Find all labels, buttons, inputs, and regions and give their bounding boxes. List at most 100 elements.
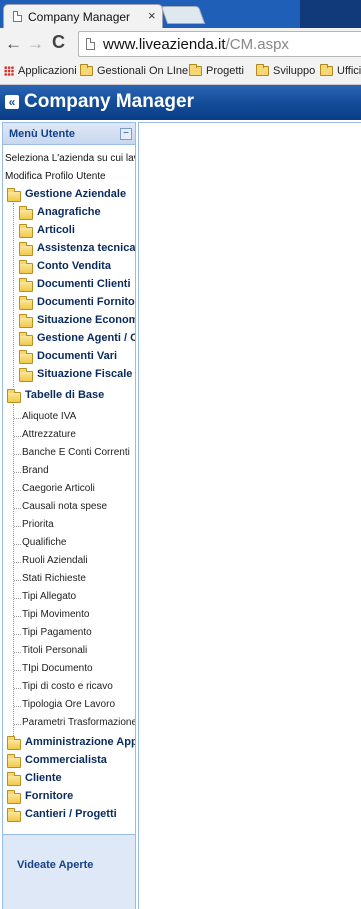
- bookmark-label: Gestionali On LIne: [97, 65, 189, 77]
- tree-leaf-label: Aliquote IVA: [22, 411, 77, 422]
- collapse-app-icon[interactable]: «: [5, 95, 19, 109]
- bookmark-applicazioni[interactable]: Applicazioni: [4, 65, 77, 77]
- tree-line: [14, 526, 21, 527]
- url-text: www.liveazienda.it/CM.aspx: [103, 36, 289, 53]
- bookmark-progetti[interactable]: Progetti: [189, 64, 244, 77]
- tree-line: [14, 418, 21, 419]
- tree-folder-label: Gestione Aziendale: [25, 188, 127, 200]
- folder-icon: [189, 64, 202, 76]
- tree-leaf-label: Ruoli Aziendali: [22, 555, 88, 566]
- tree-leaf-label: Caegorie Articoli: [22, 483, 95, 494]
- tree-item-label: Documenti Fornitori: [37, 296, 136, 308]
- tree-line: [14, 562, 21, 563]
- menu-header: Menù Utente −: [3, 123, 135, 145]
- folder-icon: [80, 64, 93, 76]
- tree-folder-label: Cliente: [25, 772, 62, 784]
- tree-line: [14, 652, 21, 653]
- tree-line: [14, 598, 21, 599]
- folder-icon: [7, 754, 21, 768]
- tree-leaf-label: Tipi Allegato: [22, 591, 77, 602]
- url-path: /CM.aspx: [225, 36, 289, 53]
- back-arrow-icon[interactable]: ←: [5, 34, 22, 54]
- folder-icon: [19, 242, 33, 256]
- tree-leaf-label: Brand: [22, 465, 49, 476]
- tree-leaf-label: Stati Richieste: [22, 573, 86, 584]
- tree-folder-label: Fornitore: [25, 790, 74, 802]
- tree-folder-label: Tabelle di Base: [25, 389, 105, 401]
- url-host: www.liveazienda.it: [103, 36, 226, 53]
- browser-toolbar: ← → C www.liveazienda.it/CM.aspx: [0, 28, 361, 61]
- tree-leaf-label: Priorita: [22, 519, 54, 530]
- folder-icon: [7, 808, 21, 822]
- tree-line: [13, 203, 14, 387]
- tree-folder-label: Commercialista: [25, 754, 107, 766]
- window-frame: [300, 0, 361, 28]
- select-company-link[interactable]: Seleziona L'azienda su cui lavora: [5, 153, 135, 164]
- tree-line: [14, 436, 21, 437]
- apps-icon: [4, 66, 14, 76]
- tree-line: [14, 724, 21, 725]
- tree-leaf-label: Qualifiche: [22, 537, 67, 548]
- browser-tab[interactable]: Company Manager ×: [3, 4, 163, 28]
- folder-icon: [7, 772, 21, 786]
- reload-icon[interactable]: C: [52, 32, 65, 53]
- user-menu-panel: Menù Utente − Seleziona L'azienda su cui…: [2, 122, 136, 909]
- tree-item-label: Situazione Fiscale: [37, 368, 133, 380]
- tree-line: [14, 670, 21, 671]
- app-header: « Company Manager: [0, 85, 361, 120]
- tree-item-label: Gestione Agenti / Con: [37, 332, 135, 344]
- bookmark-uffici[interactable]: Uffici: [320, 64, 361, 77]
- folder-open-icon: [7, 188, 21, 202]
- new-tab-button[interactable]: [160, 6, 206, 24]
- edit-profile-link[interactable]: Modifica Profilo Utente: [5, 171, 106, 182]
- menu-tree: Seleziona L'azienda su cui lavora Modifi…: [3, 146, 135, 851]
- folder-icon: [7, 790, 21, 804]
- tree-leaf-label: Titoli Personali: [22, 645, 88, 656]
- tree-item-label: Conto Vendita: [37, 260, 111, 272]
- folder-icon: [19, 332, 33, 346]
- folder-icon: [19, 368, 33, 382]
- tab-close-icon[interactable]: ×: [148, 8, 156, 23]
- folder-open-icon: [7, 389, 21, 403]
- tree-leaf-label: Tipi di costo e ricavo: [22, 681, 113, 692]
- tree-leaf-label: TIpi Documento: [22, 663, 93, 674]
- folder-icon: [19, 314, 33, 328]
- tree-item-label: Documenti Clienti: [37, 278, 131, 290]
- tree-line: [14, 454, 21, 455]
- tree-item-label: Documenti Vari: [37, 350, 118, 362]
- folder-icon: [19, 296, 33, 310]
- bookmark-label: Applicazioni: [18, 65, 77, 77]
- folder-icon: [19, 278, 33, 292]
- tree-item-label: Articoli: [37, 224, 75, 236]
- tree-item-label: Assistenza tecnica: [37, 242, 136, 254]
- bookmark-gestionali[interactable]: Gestionali On LIne: [80, 64, 189, 77]
- bookmarks-bar: Applicazioni Gestionali On LIne Progetti…: [0, 61, 361, 85]
- open-views-title: Videate Aperte: [17, 859, 94, 871]
- bookmark-label: Sviluppo: [273, 65, 316, 77]
- tab-title: Company Manager: [28, 10, 131, 24]
- tree-leaf-label: Attrezzature: [22, 429, 76, 440]
- app-title: Company Manager: [24, 91, 194, 112]
- collapse-panel-button[interactable]: −: [120, 128, 132, 140]
- tree-line: [14, 634, 21, 635]
- folder-icon: [256, 64, 269, 76]
- tree-item-label: Anagrafiche: [37, 206, 101, 218]
- tree-line: [14, 706, 21, 707]
- tree-leaf-label: Parametri Trasformazione D: [22, 717, 136, 728]
- tree-line: [14, 472, 21, 473]
- page-icon: [86, 38, 95, 50]
- tree-line: [14, 544, 21, 545]
- tree-line: [14, 490, 21, 491]
- folder-icon: [320, 64, 333, 76]
- tree-line: [14, 616, 21, 617]
- address-bar[interactable]: www.liveazienda.it/CM.aspx: [78, 31, 361, 57]
- folder-icon: [19, 350, 33, 364]
- tree-leaf-label: Tipi Movimento: [22, 609, 90, 620]
- tree-line: [14, 688, 21, 689]
- bookmark-sviluppo[interactable]: Sviluppo: [256, 64, 316, 77]
- tree-item-label: Situazione Economica: [37, 314, 135, 326]
- page-icon: [13, 11, 22, 22]
- tree-leaf-label: Tipologia Ore Lavoro: [22, 699, 116, 710]
- forward-arrow-icon[interactable]: →: [27, 34, 44, 54]
- browser-tab-bar: Company Manager ×: [0, 0, 361, 28]
